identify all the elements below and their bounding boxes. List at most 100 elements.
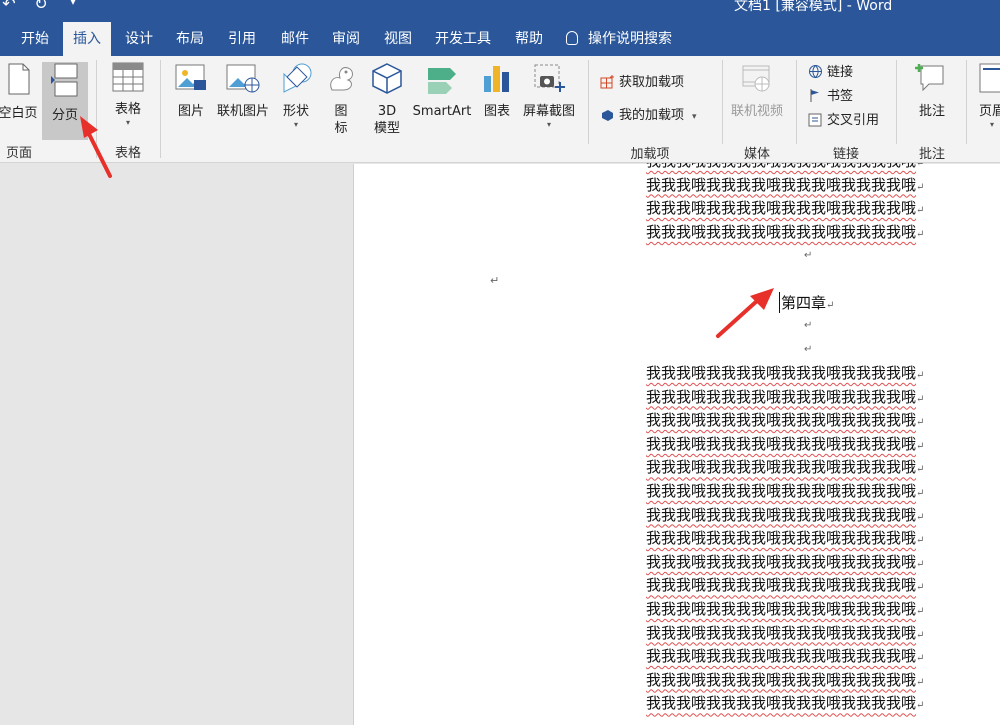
- online-video-icon: [742, 65, 770, 92]
- undo-icon[interactable]: ↶: [0, 0, 18, 13]
- header-dropdown-icon: ▾: [989, 120, 994, 129]
- comment-icon: [915, 64, 944, 92]
- table-icon: [112, 62, 144, 92]
- blank-page-icon: [8, 63, 30, 95]
- document-title: 文档1 [兼容模式] - Word: [734, 0, 893, 14]
- pictures-label: 图片: [177, 104, 204, 119]
- tab-view[interactable]: 视图: [375, 22, 421, 56]
- paragraph-mark: ↵: [804, 250, 813, 261]
- tab-help[interactable]: 帮助: [506, 22, 552, 56]
- online-video-label: 联机视频: [730, 104, 783, 119]
- icons-label-line1: 图: [334, 104, 348, 119]
- tab-layout[interactable]: 布局: [167, 22, 213, 56]
- screenshot-icon: [534, 64, 565, 92]
- pictures-button[interactable]: 图片: [168, 62, 214, 140]
- tab-design[interactable]: 设计: [116, 22, 162, 56]
- tell-me-search[interactable]: 操作说明搜索: [566, 22, 672, 56]
- chart-icon: [484, 66, 509, 92]
- text-line: 我我我哦我我我我哦我我我哦我我我我哦↵: [646, 623, 925, 642]
- online-pictures-label: 联机图片: [216, 104, 269, 119]
- cube-icon: [372, 63, 402, 94]
- icons-label-line2: 标: [334, 121, 348, 136]
- store-icon: [600, 75, 614, 89]
- group-label-addins-overlay: 加载项: [630, 147, 670, 162]
- bookmark-button[interactable]: 书签: [808, 88, 853, 106]
- icons-button[interactable]: 图 标: [322, 62, 360, 140]
- screenshot-button[interactable]: 屏幕截图 ▾: [518, 62, 580, 140]
- link-label: 链接: [827, 65, 854, 80]
- text-line: 我我我哦我我我我哦我我我哦我我我我哦↵: [646, 481, 925, 500]
- tab-insert[interactable]: 插入: [63, 22, 111, 56]
- shapes-dropdown-icon: ▾: [293, 120, 298, 129]
- text-line: 我我我哦我我我我哦我我我哦我我我我哦↵: [646, 458, 925, 477]
- online-video-button[interactable]: 联机视频: [726, 62, 788, 140]
- link-globe-icon: [809, 65, 822, 79]
- online-pictures-icon: [226, 64, 260, 93]
- quick-access-toolbar: ↶ ↻ ▾: [0, 0, 82, 13]
- smartart-icon: [428, 68, 456, 94]
- document-background: [0, 164, 354, 725]
- shapes-icon: [283, 63, 312, 93]
- 3d-models-label-line1: 3D: [377, 104, 397, 119]
- my-addins-dropdown-icon: ▾: [692, 112, 697, 122]
- redo-icon[interactable]: ↻: [32, 0, 50, 13]
- group-label-comments-overlay: 批注: [918, 147, 945, 162]
- text-line: 我我我哦我我我我哦我我我哦我我我我哦↵: [646, 411, 925, 430]
- paragraph-mark: ↵: [804, 320, 813, 331]
- tab-mailings[interactable]: 邮件: [272, 22, 318, 56]
- text-line: 我我我哦我我我我哦我我我哦我我我我哦↵: [646, 434, 925, 453]
- smartart-label: SmartArt: [412, 104, 472, 119]
- blank-page-button[interactable]: 空白页: [0, 62, 40, 140]
- 3d-models-button[interactable]: 3D 模型: [364, 62, 410, 140]
- tell-me-label: 操作说明搜索: [588, 31, 672, 47]
- 3d-models-label-line2: 模型: [373, 121, 400, 136]
- text-line: 我我我哦我我我我哦我我我哦我我我我哦↵: [646, 175, 925, 194]
- tab-review[interactable]: 审阅: [323, 22, 369, 56]
- text-line: 我我我哦我我我我哦我我我哦我我我我哦↵: [646, 599, 925, 618]
- tab-home[interactable]: 开始: [12, 22, 58, 56]
- online-pictures-button[interactable]: 联机图片: [214, 62, 272, 140]
- bookmark-flag-icon: [810, 89, 819, 102]
- get-addins-button[interactable]: 获取加载项: [600, 74, 684, 92]
- page-break-icon: [51, 63, 78, 97]
- group-separator: [160, 60, 161, 158]
- header-button[interactable]: 页眉 ▾: [972, 62, 1000, 140]
- comment-label: 批注: [918, 104, 945, 119]
- paragraph-mark: ↵: [804, 344, 813, 355]
- text-line: 我我我哦我我我我哦我我我哦我我我我哦↵: [646, 670, 925, 689]
- text-block-bottom[interactable]: 我我我哦我我我我哦我我我哦我我我我哦↵ 我我我哦我我我我哦我我我哦我我我我哦↵ …: [646, 362, 924, 716]
- paragraph-mark: ↵: [490, 274, 500, 287]
- shapes-button[interactable]: 形状 ▾: [274, 62, 318, 140]
- cross-reference-icon: [808, 113, 822, 127]
- icons-icon: [330, 67, 353, 91]
- link-button[interactable]: 链接: [808, 64, 853, 82]
- text-line: 我我我哦我我我我哦我我我哦我我我我哦↵: [646, 222, 925, 241]
- chart-label: 图表: [483, 104, 510, 119]
- text-line: 我我我哦我我我我哦我我我哦我我我我哦↵: [646, 199, 925, 218]
- text-block-top[interactable]: 我我我哦我我我我哦我我我哦我我我我哦↵ 我我我哦我我我我哦我我我哦我我我我哦↵ …: [646, 150, 924, 244]
- blank-page-label: 空白页: [0, 106, 38, 121]
- group-label-pages: 页面: [5, 146, 32, 161]
- tab-references[interactable]: 引用: [219, 22, 265, 56]
- bookmark-label: 书签: [827, 89, 854, 104]
- ribbon-tab-bar: 开始 插入 设计 布局 引用 邮件 审阅 视图 开发工具 帮助 操作说明搜索: [0, 22, 1000, 56]
- tab-developer[interactable]: 开发工具: [428, 22, 498, 56]
- lightbulb-icon: [566, 31, 578, 45]
- cross-reference-button[interactable]: 交叉引用: [808, 112, 879, 130]
- screenshot-dropdown-icon: ▾: [546, 120, 551, 129]
- my-addins-icon: [602, 110, 613, 121]
- text-line: 我我我哦我我我我哦我我我哦我我我我哦↵: [646, 576, 925, 595]
- smartart-button[interactable]: SmartArt: [410, 62, 474, 140]
- chart-button[interactable]: 图表: [478, 62, 516, 140]
- chapter-heading[interactable]: 第四章↵: [779, 292, 834, 313]
- get-addins-label: 获取加载项: [619, 75, 685, 90]
- new-comment-button[interactable]: 批注: [904, 62, 960, 140]
- customize-qat-icon[interactable]: ▾: [64, 0, 82, 13]
- group-label-links-overlay: 链接: [832, 147, 859, 162]
- header-icon: [979, 63, 1000, 93]
- text-line: 我我我哦我我我我哦我我我哦我我我我哦↵: [646, 647, 925, 666]
- my-addins-button[interactable]: 我的加载项 ▾: [600, 107, 697, 126]
- cross-reference-label: 交叉引用: [827, 113, 880, 128]
- shapes-label: 形状: [282, 104, 309, 119]
- pictures-icon: [175, 64, 206, 90]
